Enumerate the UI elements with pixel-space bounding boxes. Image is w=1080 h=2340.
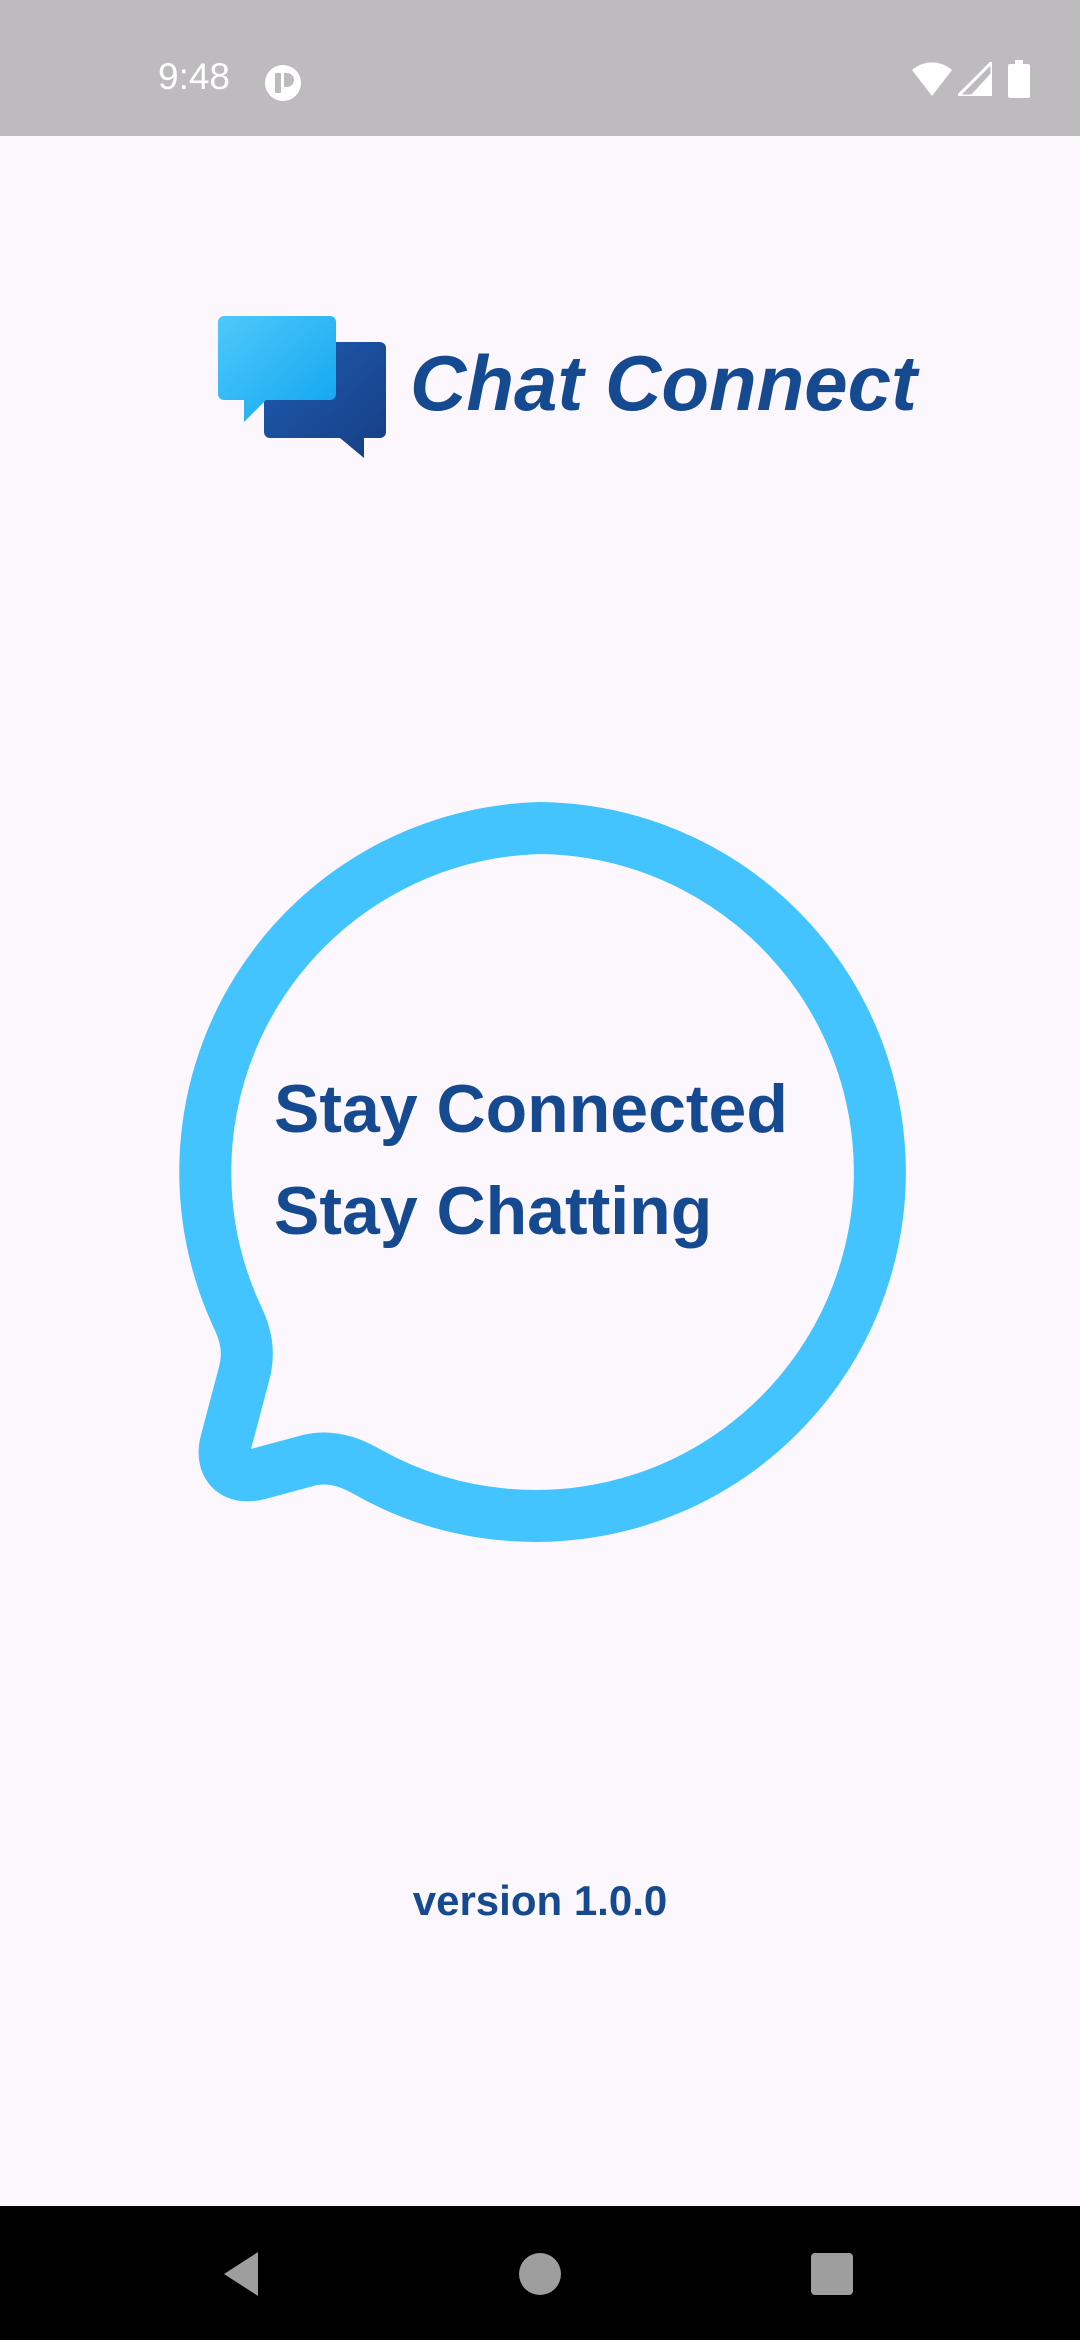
system-nav-bar (0, 2206, 1080, 2340)
status-time: 9:48 (158, 56, 231, 97)
back-icon[interactable] (212, 2242, 276, 2306)
tagline-line-2: Stay Chatting (274, 1173, 713, 1249)
chat-bubbles-logo-icon (218, 316, 386, 458)
version-label: version 1.0.0 (412, 1877, 668, 1924)
wifi-icon (912, 62, 952, 96)
cellular-signal-icon (958, 62, 992, 96)
app-header: Chat Connect (218, 312, 918, 462)
status-bar: 9:48 (0, 0, 1080, 136)
app-title: Chat Connect (410, 339, 917, 427)
home-icon[interactable] (508, 2242, 572, 2306)
tagline-line-1: Stay Connected (274, 1071, 788, 1147)
battery-icon (1008, 60, 1030, 98)
tagline: Stay Connected Stay Chatting (274, 1058, 788, 1262)
app-notification-icon (265, 65, 301, 101)
recents-icon[interactable] (800, 2242, 864, 2306)
